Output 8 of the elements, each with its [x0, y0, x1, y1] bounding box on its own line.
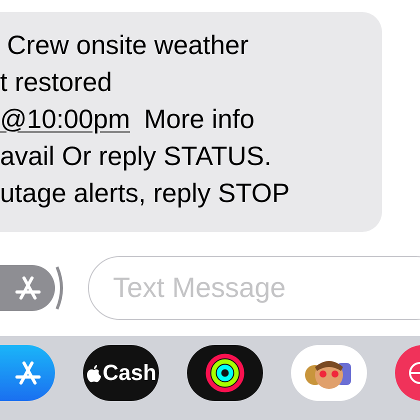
time-link[interactable]: @10:00pm	[0, 104, 130, 134]
cash-app-button[interactable]: Cash	[83, 345, 159, 401]
message-text: More info	[144, 104, 254, 134]
text-message-field[interactable]: Text Message	[88, 256, 420, 320]
message-text: Crew onsite weather	[6, 29, 249, 62]
message-text: utage alerts, reply STOP	[0, 177, 290, 210]
message-text: avail Or reply STATUS.	[0, 140, 272, 173]
message-text: t restored	[0, 66, 112, 99]
